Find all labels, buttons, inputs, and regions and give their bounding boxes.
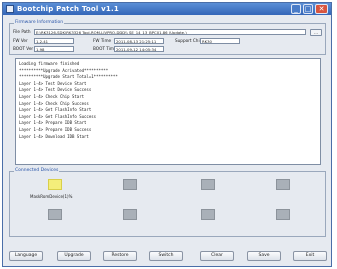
upgrade-button[interactable]: Upgrade	[57, 251, 91, 261]
minimize-icon[interactable]: _	[291, 4, 301, 14]
log-output[interactable]: Loading firmware finished **********Upgra…	[15, 58, 321, 165]
log-line: Layer 1-4> Check Chip Start	[19, 93, 85, 99]
restore-button[interactable]: Restore	[103, 251, 137, 261]
log-line: Layer 1-4> Get FlashInfo Start	[19, 107, 92, 113]
title-bar[interactable]: Bootchip Patch Tool v1.1 _ □ ✕	[3, 3, 331, 15]
log-line: Layer 1-4> Test Device Success	[19, 87, 92, 93]
log-line: Layer 1-4> Check Chip Success	[19, 100, 89, 106]
fw-ver-field: 1.2.41	[34, 38, 74, 44]
support-chip-field: RK30	[200, 38, 240, 44]
log-line: **********Upgrade Acrivated**********	[19, 67, 109, 73]
device-slot-1-label: MaskRomDevice(1)%	[30, 194, 73, 199]
connected-devices-group: Connected Devices MaskRomDevice(1)%	[9, 168, 326, 237]
log-line: Layer 1-4> Prepare IDB Start	[19, 120, 87, 126]
language-button[interactable]: Language	[9, 251, 43, 261]
boot-time-label: BOOT Time	[93, 46, 117, 51]
device-slot-1[interactable]	[48, 179, 62, 190]
device-slot-5[interactable]	[48, 209, 62, 220]
device-slot-7[interactable]	[201, 209, 215, 220]
device-slot-2[interactable]	[123, 179, 137, 190]
window-title: Bootchip Patch Tool v1.1	[17, 5, 119, 13]
firmware-info-group: Firmware Information File Path E:\RK3126…	[9, 20, 326, 55]
log-line: Layer 1-4> Get FlashInfo Success	[19, 113, 97, 119]
log-line: Layer 1-4> Prepare IDB Success	[19, 126, 92, 132]
browse-button[interactable]: ...	[310, 29, 322, 36]
device-slot-3[interactable]	[201, 179, 215, 190]
device-slot-4[interactable]	[276, 179, 290, 190]
window-controls: _ □ ✕	[291, 4, 328, 14]
boot-time-field: 2011-09-12 14:05:34	[114, 46, 164, 52]
fw-time-label: FW Time	[93, 38, 112, 43]
log-line: **********Upgrade Start Total=1*********…	[19, 74, 118, 80]
log-line: Layer 1-4> Test Device Start	[19, 80, 87, 86]
close-icon[interactable]: ✕	[315, 4, 328, 14]
device-slot-6[interactable]	[123, 209, 137, 220]
file-path-field[interactable]: E:\RK3126-SDK\RK3326 Tool-ROM-LIVPRO-DDD…	[34, 29, 306, 35]
app-icon	[6, 5, 14, 13]
clear-button[interactable]: Clear	[200, 251, 234, 261]
exit-button[interactable]: Exit	[293, 251, 327, 261]
connected-devices-title: Connected Devices	[14, 168, 60, 174]
fw-time-field: 2011-08-13 21:25:11	[114, 38, 164, 44]
switch-button[interactable]: Switch	[149, 251, 183, 261]
firmware-info-title: Firmware Information	[14, 20, 65, 26]
boot-ver-field: 1.98	[34, 46, 74, 52]
log-line: Layer 1-4> Download IDB Start	[19, 133, 89, 139]
app-window: Bootchip Patch Tool v1.1 _ □ ✕ Firmware …	[2, 2, 332, 267]
file-path-label: File Path	[13, 29, 31, 34]
boot-ver-label: BOOT Ver	[13, 46, 34, 51]
fw-ver-label: FW Ver	[13, 38, 28, 43]
maximize-icon[interactable]: □	[303, 4, 313, 14]
support-chip-label: Support Chip	[175, 38, 203, 43]
log-line: Loading firmware finished	[19, 61, 80, 66]
device-slot-8[interactable]	[276, 209, 290, 220]
save-button[interactable]: Save	[247, 251, 281, 261]
